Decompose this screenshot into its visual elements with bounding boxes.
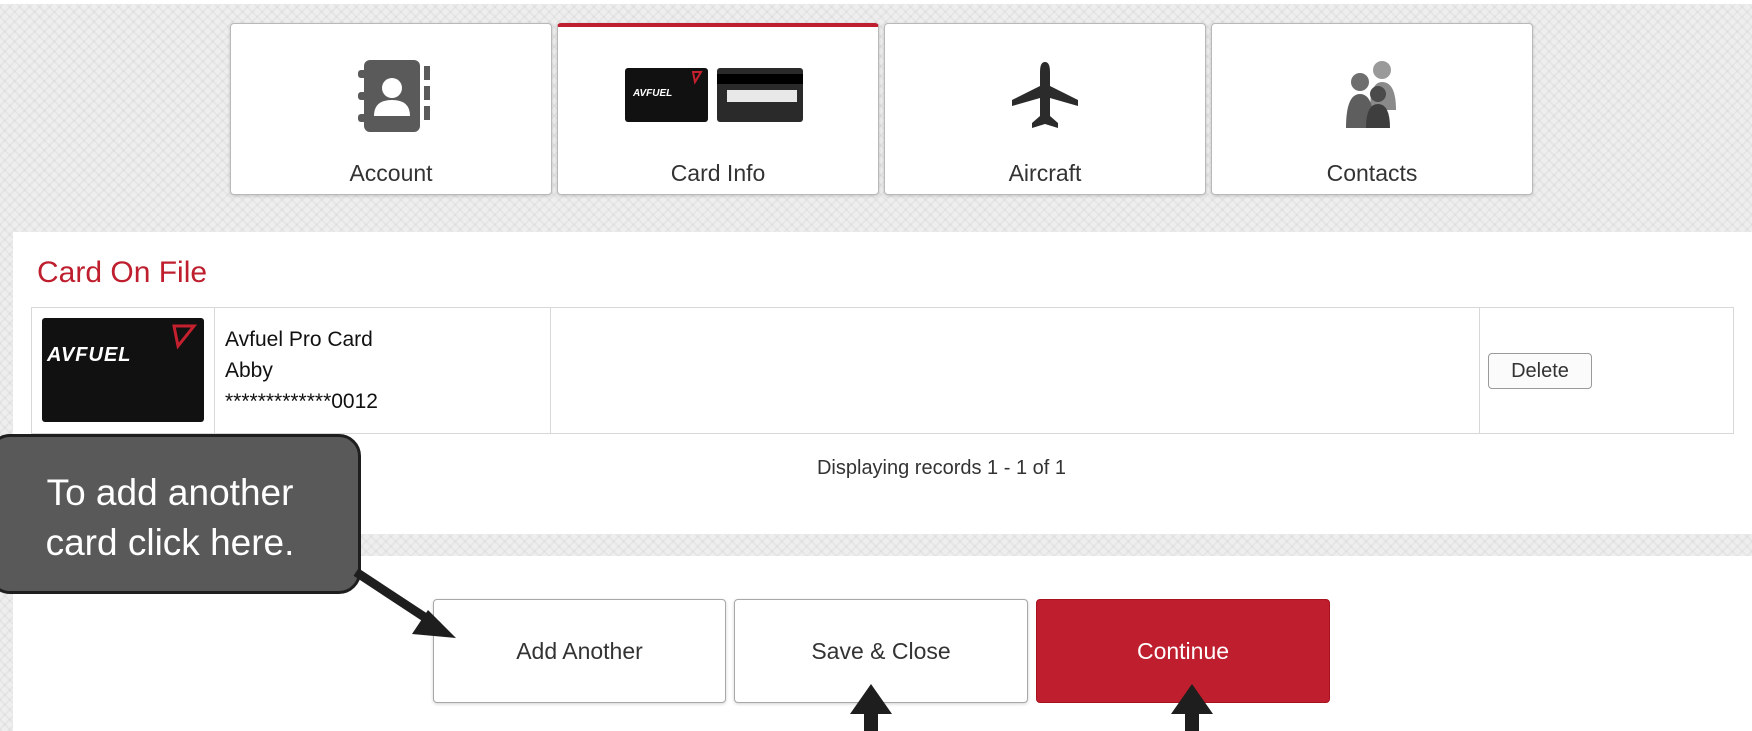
callout-arrow <box>353 568 456 638</box>
annotation-arrows <box>353 568 1213 731</box>
save-arrow <box>850 684 892 731</box>
continue-arrow <box>1171 684 1213 731</box>
